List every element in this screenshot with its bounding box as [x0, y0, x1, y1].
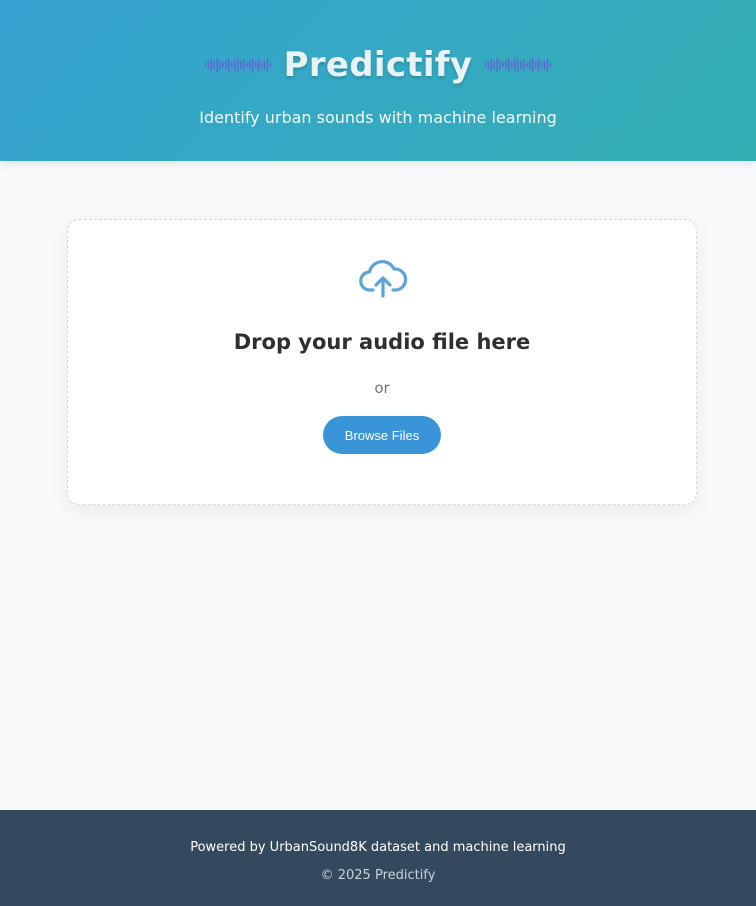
- main-content: Drop your audio file here or Browse File…: [0, 161, 756, 810]
- cloud-upload-icon: [359, 258, 408, 300]
- sound-wave-icon: [204, 53, 272, 77]
- brand-row: Predictify: [0, 40, 756, 90]
- sound-wave-icon: [484, 53, 552, 77]
- browse-files-button[interactable]: Browse Files: [323, 416, 441, 454]
- footer-copyright: © 2025 Predictify: [320, 868, 436, 883]
- app-header: Predictify Identify urban sounds with ma…: [0, 0, 756, 161]
- app-tagline: Identify urban sounds with machine learn…: [199, 108, 557, 127]
- or-separator: or: [374, 379, 390, 397]
- app-page: Predictify Identify urban sounds with ma…: [0, 0, 756, 906]
- app-footer: Powered by UrbanSound8K dataset and mach…: [0, 810, 756, 906]
- drop-title: Drop your audio file here: [233, 330, 531, 354]
- audio-drop-zone[interactable]: Drop your audio file here or Browse File…: [67, 219, 697, 505]
- footer-powered-by: Powered by UrbanSound8K dataset and mach…: [190, 840, 566, 855]
- app-title: Predictify: [283, 45, 473, 85]
